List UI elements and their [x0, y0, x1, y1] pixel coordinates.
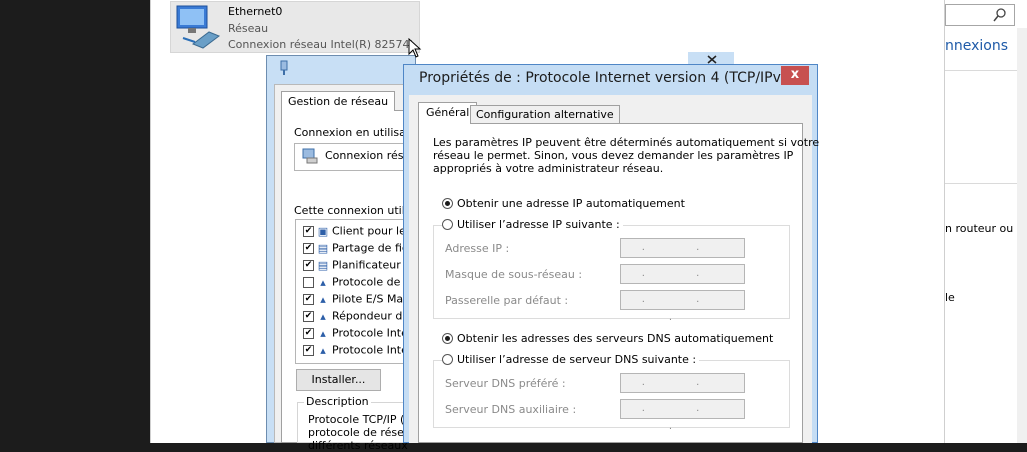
list-item-label: Planificateur d — [332, 258, 412, 272]
preferred-dns-field[interactable]: . . . — [620, 373, 745, 406]
list-item-label: Partage de fic — [332, 241, 408, 255]
network-service-icon: ▤ — [317, 241, 329, 255]
mouse-cursor-icon — [408, 38, 422, 58]
install-button[interactable]: Installer... — [296, 369, 381, 391]
protocol-icon: ▴ — [320, 275, 326, 289]
network-service-icon: ▤ — [317, 258, 329, 272]
list-item[interactable]: ✔ ▴ Répondeur de — [303, 309, 409, 326]
radio-selected[interactable] — [442, 332, 453, 344]
close-button[interactable]: x — [781, 66, 809, 85]
ip-manual-radio[interactable]: Utiliser l’adresse IP suivante : — [442, 217, 623, 231]
list-item-label: Protocole Inte — [332, 326, 408, 340]
description-text: différents réseaux — [308, 439, 408, 452]
checkbox-checked[interactable]: ✔ — [303, 242, 314, 254]
intro-text: Les paramètres IP peuvent être déterminé… — [433, 136, 820, 149]
radio-unselected[interactable] — [442, 218, 453, 230]
adapter-device: Connexion réseau Intel(R) 82574L — [228, 38, 416, 51]
list-item-label: Client pour les — [332, 224, 412, 238]
description-text: protocole de réseau — [308, 426, 418, 439]
connection-uses-label: Cette connexion utilise — [294, 204, 421, 217]
ip-address-field[interactable]: . . . — [620, 238, 745, 271]
adapter-type: Réseau — [228, 22, 269, 35]
list-item[interactable]: ✔ ▣ Client pour les — [303, 224, 412, 241]
subnet-mask-label: Masque de sous-réseau : — [445, 268, 583, 281]
dns-auto-radio[interactable]: Obtenir les adresses des serveurs DNS au… — [442, 331, 773, 345]
list-item-label: Répondeur de — [332, 309, 410, 323]
list-item[interactable]: ▴ Protocole de n — [303, 275, 411, 292]
description-text: Protocole TCP/IP (T — [308, 413, 412, 426]
alternate-dns-label: Serveur DNS auxiliaire : — [445, 403, 577, 416]
connections-link[interactable]: nnexions — [945, 38, 1008, 54]
alternate-dns-field[interactable]: . . . — [620, 399, 745, 432]
network-adapter-icon — [176, 5, 221, 49]
tab-network[interactable]: Gestion de réseau — [281, 91, 396, 111]
protocol-icon: ▴ — [320, 326, 326, 340]
radio-selected[interactable] — [442, 197, 453, 209]
protocol-icon: ▴ — [320, 292, 326, 306]
list-item[interactable]: ✔ ▴ Protocole Inte — [303, 326, 408, 343]
preferred-dns-label: Serveur DNS préféré : — [445, 377, 566, 390]
intro-text: appropriés à votre administrateur réseau… — [433, 162, 664, 175]
list-item-label: Protocole Inte — [332, 343, 408, 357]
tab-alternate-configuration[interactable]: Configuration alternative — [470, 105, 620, 124]
network-plug-icon — [280, 60, 288, 75]
adapter-name: Ethernet0 — [228, 5, 283, 18]
network-client-icon: ▣ — [317, 224, 329, 238]
radio-unselected[interactable] — [442, 353, 453, 365]
tab-general[interactable]: Général — [418, 102, 478, 124]
checkbox-checked[interactable]: ✔ — [303, 225, 314, 237]
close-icon[interactable] — [706, 55, 718, 64]
search-icon[interactable] — [993, 8, 1007, 22]
checkbox-checked[interactable]: ✔ — [303, 344, 314, 356]
list-item-label: Protocole de n — [332, 275, 411, 289]
checkbox-unchecked[interactable] — [303, 276, 314, 288]
ip-auto-radio[interactable]: Obtenir une adresse IP automatiquement — [442, 196, 685, 210]
close-icon: x — [790, 67, 800, 82]
checkbox-checked[interactable]: ✔ — [303, 327, 314, 339]
list-item-label: Pilote E/S Ma — [332, 292, 404, 306]
subnet-mask-field[interactable]: . . . — [620, 264, 745, 297]
checkbox-checked[interactable]: ✔ — [303, 259, 314, 271]
checkbox-checked[interactable]: ✔ — [303, 310, 314, 322]
dns-manual-radio[interactable]: Utiliser l’adresse de serveur DNS suivan… — [442, 352, 700, 366]
intro-text: réseau le permet. Sinon, vous devez dema… — [433, 149, 794, 162]
right-pane-text: n routeur ou — [945, 222, 1014, 235]
list-item[interactable]: ✔ ▤ Partage de fic — [303, 241, 408, 258]
divider — [945, 183, 1017, 184]
divider — [945, 70, 1017, 71]
list-item[interactable]: ✔ ▴ Protocole Inte — [303, 343, 408, 360]
default-gateway-label: Passerelle par défaut : — [445, 294, 569, 307]
protocol-icon: ▴ — [320, 309, 326, 323]
adapter-icon — [302, 148, 318, 164]
ip-address-label: Adresse IP : — [445, 242, 510, 255]
dialog-title: Propriétés de : Protocole Internet versi… — [419, 70, 796, 86]
default-gateway-field[interactable]: . . . — [620, 290, 745, 323]
checkbox-checked[interactable]: ✔ — [303, 293, 314, 305]
list-item[interactable]: ✔ ▴ Pilote E/S Ma — [303, 292, 403, 309]
right-pane-text: le — [945, 291, 955, 304]
scrollbar[interactable] — [1017, 28, 1027, 443]
description-legend: Description — [304, 395, 371, 408]
list-item[interactable]: ✔ ▤ Planificateur d — [303, 258, 411, 275]
protocol-icon: ▴ — [320, 343, 326, 357]
